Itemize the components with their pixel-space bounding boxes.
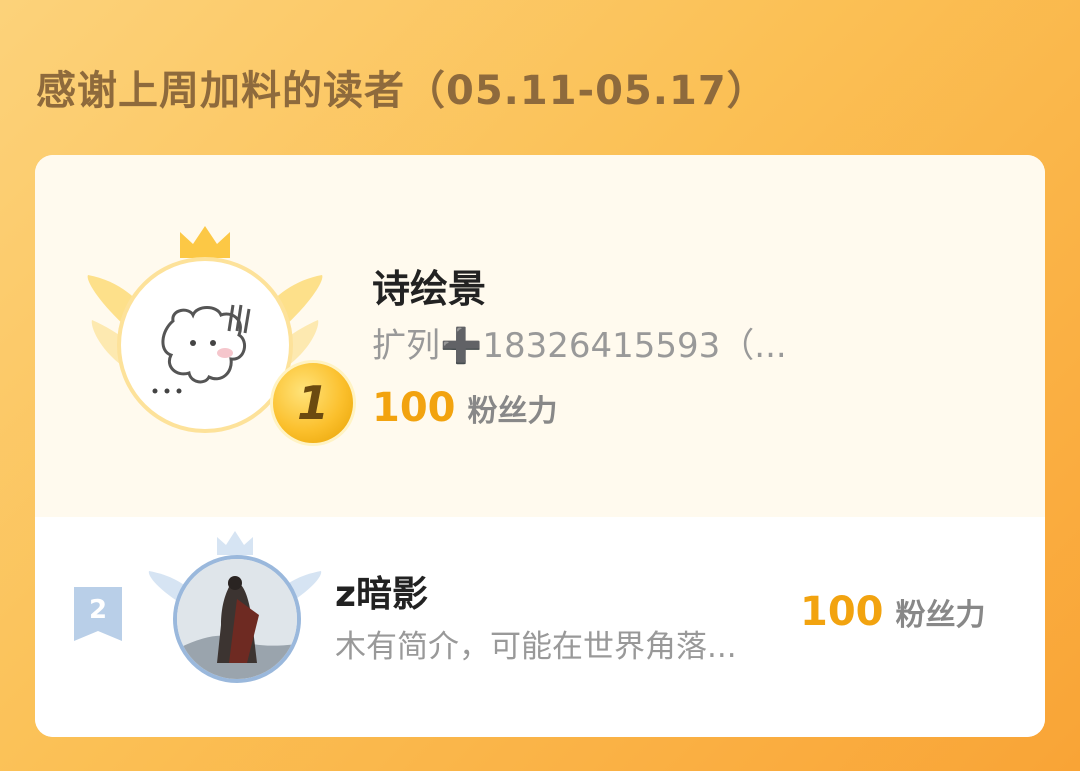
first-reader-name[interactable]: 诗绘景 bbox=[372, 258, 486, 313]
photo-avatar-icon bbox=[177, 559, 297, 679]
crown-icon bbox=[180, 226, 230, 258]
first-reader-intro: 扩列➕18326415593（... bbox=[372, 326, 787, 366]
second-fans-power: 100 粉丝力 bbox=[800, 589, 986, 635]
sketch-avatar-icon bbox=[152, 304, 251, 394]
second-avatar[interactable] bbox=[173, 555, 301, 683]
rank-2-number: 2 bbox=[88, 595, 108, 625]
second-reader-name[interactable]: z暗影 bbox=[335, 565, 428, 617]
first-avatar[interactable] bbox=[117, 257, 293, 433]
rank-2-badge: 2 bbox=[72, 587, 124, 643]
first-avatar-frame: 1 bbox=[80, 220, 356, 450]
first-place-row[interactable]: 1 诗绘景 扩列➕18326415593（... 100 粉丝力 bbox=[35, 155, 1045, 517]
first-fans-unit: 粉丝力 bbox=[467, 394, 558, 429]
leaderboard-card: 1 诗绘景 扩列➕18326415593（... 100 粉丝力 2 z暗影 木… bbox=[35, 155, 1045, 737]
rank-1-badge: 1 bbox=[270, 360, 356, 446]
second-place-row[interactable]: 2 z暗影 木有简介，可能在世界角落... 100 粉丝力 bbox=[35, 517, 1045, 737]
first-fans-value: 100 bbox=[372, 385, 456, 431]
second-avatar-frame bbox=[145, 531, 325, 711]
second-fans-unit: 粉丝力 bbox=[895, 598, 986, 633]
first-fans-power: 100 粉丝力 bbox=[372, 385, 558, 431]
page-title: 感谢上周加料的读者（05.11-05.17） bbox=[36, 68, 768, 114]
second-fans-value: 100 bbox=[800, 589, 884, 635]
second-reader-intro: 木有简介，可能在世界角落... bbox=[335, 629, 737, 665]
